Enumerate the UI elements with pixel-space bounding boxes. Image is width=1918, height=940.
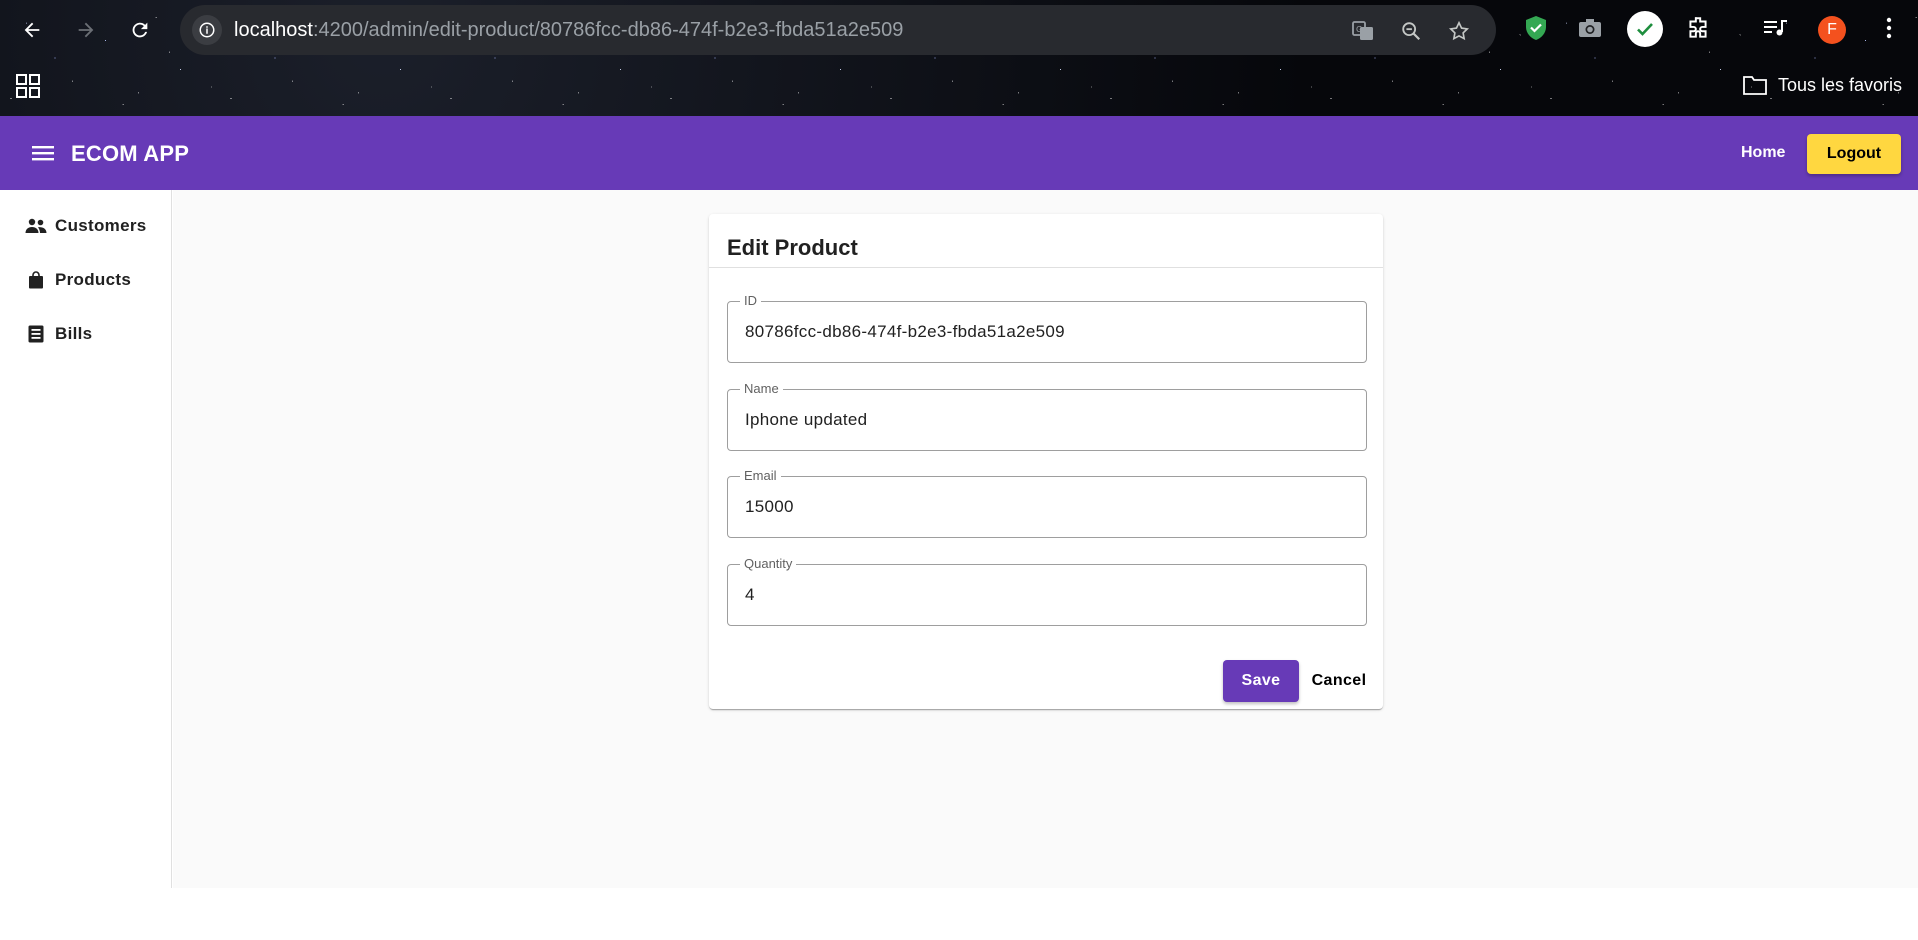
reload-button[interactable] (122, 12, 158, 48)
url-host: localhost (234, 19, 313, 41)
sidebar-item-customers[interactable]: Customers (0, 202, 171, 250)
logout-button[interactable]: Logout (1807, 134, 1901, 174)
id-field[interactable]: ID (727, 293, 1367, 363)
browser-chrome: localhost:4200/admin/edit-product/80786f… (0, 0, 1918, 116)
name-field-label: Name (740, 381, 783, 396)
all-bookmarks-button[interactable]: Tous les favoris (1742, 74, 1902, 96)
sidebar-item-label: Products (55, 270, 132, 289)
address-bar[interactable]: localhost:4200/admin/edit-product/80786f… (180, 5, 1496, 55)
save-button[interactable]: Save (1223, 660, 1299, 702)
sidebar-item-bills[interactable]: Bills (0, 310, 171, 358)
app-toolbar: ECOM APP Home Logout (0, 116, 1918, 190)
apps-grid-icon[interactable] (14, 72, 42, 100)
email-field[interactable]: Email (727, 468, 1367, 538)
id-field-label: ID (740, 293, 761, 308)
email-field-label: Email (740, 468, 781, 483)
forward-button[interactable] (68, 12, 104, 48)
email-input[interactable] (745, 497, 1345, 517)
quantity-input[interactable] (745, 585, 1345, 605)
quantity-field-label: Quantity (740, 556, 797, 571)
app-title: ECOM APP (71, 141, 190, 166)
main-content: Edit Product ID Name Email Quantity Save… (173, 190, 1918, 888)
check-extension-icon[interactable] (1627, 11, 1663, 47)
sidebar-item-label: Bills (55, 324, 93, 343)
shield-extension-icon[interactable] (1521, 13, 1551, 43)
id-input[interactable] (745, 322, 1345, 342)
bookmark-star-icon[interactable] (1446, 18, 1472, 44)
reload-icon (132, 22, 148, 38)
card-title: Edit Product (727, 235, 858, 260)
quantity-field[interactable]: Quantity (727, 556, 1367, 626)
all-bookmarks-label: Tous les favoris (1778, 74, 1903, 95)
card-divider (709, 267, 1383, 268)
shopping-bag-icon (25, 269, 47, 291)
folder-icon (1743, 76, 1767, 95)
translate-icon[interactable]: G (1350, 18, 1376, 44)
name-input[interactable] (745, 410, 1345, 430)
url-path: :4200/admin/edit-product/80786fcc-db86-4… (312, 19, 904, 41)
home-button[interactable]: Home (1733, 134, 1793, 172)
kebab-menu-icon[interactable] (1874, 13, 1904, 43)
sidebar: Customers Products Bills (0, 190, 172, 888)
arrow-left-icon (24, 22, 40, 38)
site-info-icon[interactable] (192, 15, 222, 45)
hamburger-menu-icon (32, 146, 54, 161)
zoom-icon[interactable] (1398, 18, 1424, 44)
page-bottom-blank (0, 888, 1918, 940)
sidebar-item-products[interactable]: Products (0, 256, 171, 304)
back-button[interactable] (14, 12, 50, 48)
sidebar-item-label: Customers (55, 216, 147, 235)
puzzle-extensions-icon[interactable] (1683, 13, 1713, 43)
edit-product-card: Edit Product ID Name Email Quantity Save… (709, 214, 1383, 709)
url-text[interactable]: localhost:4200/admin/edit-product/80786f… (234, 19, 903, 42)
svg-text:G: G (1356, 25, 1362, 34)
camera-extension-icon[interactable] (1575, 13, 1605, 43)
arrow-right-icon (78, 22, 94, 38)
profile-avatar[interactable]: F (1818, 16, 1846, 44)
menu-toggle-button[interactable] (28, 138, 58, 168)
cancel-button[interactable]: Cancel (1307, 660, 1371, 702)
people-icon (25, 215, 47, 237)
media-playlist-icon[interactable] (1761, 13, 1791, 43)
receipt-icon (25, 323, 47, 345)
name-field[interactable]: Name (727, 381, 1367, 451)
